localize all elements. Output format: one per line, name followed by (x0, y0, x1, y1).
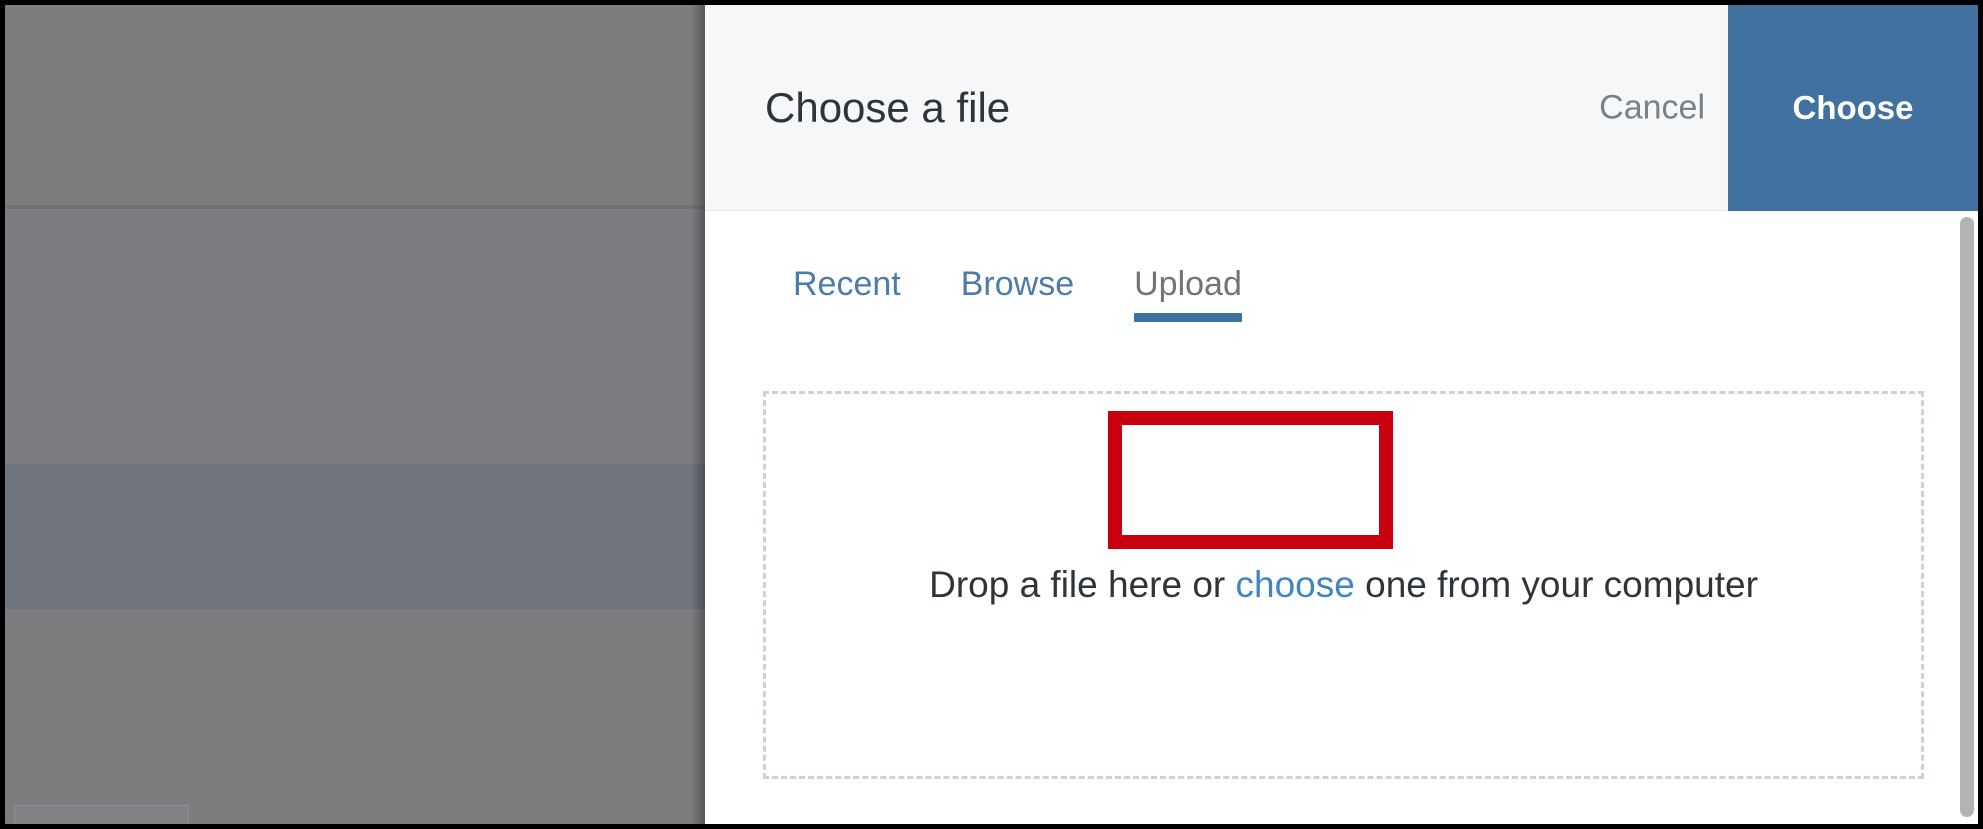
screenshot-canvas: Choose a file Cancel Choose Recent Brows… (0, 0, 1983, 829)
dimmed-background-page (5, 5, 705, 824)
tab-recent[interactable]: Recent (763, 255, 931, 330)
backdrop-edge-shadow (691, 5, 705, 824)
dialog-scrollbar-thumb[interactable] (1960, 217, 1974, 817)
dialog-body: Recent Browse Upload Drop a file here or… (705, 211, 1978, 824)
backdrop-ghost-field (14, 805, 189, 824)
backdrop-band-highlighted-row (5, 464, 705, 609)
dialog-header: Choose a file Cancel Choose (705, 5, 1978, 211)
backdrop-band-lower (5, 609, 705, 824)
drop-zone-text-before: Drop a file here or (929, 564, 1236, 605)
backdrop-band-middle (5, 209, 705, 464)
dialog-scrollbar-track[interactable] (1956, 211, 1978, 824)
tab-upload[interactable]: Upload (1104, 255, 1272, 330)
backdrop-band-top (5, 5, 705, 205)
dialog-title: Choose a file (765, 83, 1011, 131)
cancel-button[interactable]: Cancel (1593, 78, 1711, 137)
tab-browse[interactable]: Browse (931, 255, 1104, 330)
choose-button[interactable]: Choose (1728, 5, 1978, 211)
drop-zone-instruction: Drop a file here or choose one from your… (929, 564, 1758, 606)
drop-zone-choose-link[interactable]: choose (1236, 564, 1355, 605)
tab-upload-label: Upload (1134, 265, 1242, 303)
file-drop-zone[interactable]: Drop a file here or choose one from your… (763, 391, 1924, 779)
tab-active-underline (1134, 313, 1242, 322)
drop-zone-text-after: one from your computer (1354, 564, 1758, 605)
choose-file-dialog: Choose a file Cancel Choose Recent Brows… (705, 5, 1978, 824)
tab-bar: Recent Browse Upload (705, 255, 1272, 330)
